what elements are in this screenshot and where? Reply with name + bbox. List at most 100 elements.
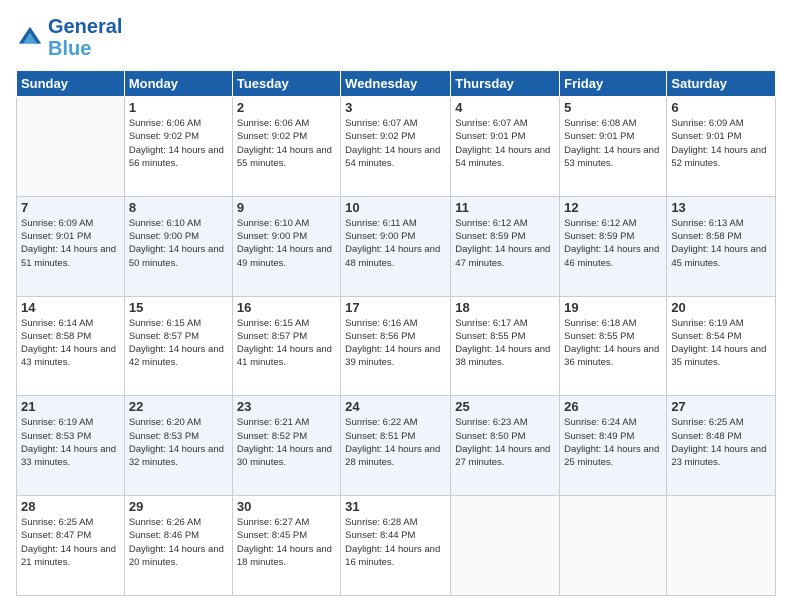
day-info: Sunrise: 6:22 AM Sunset: 8:51 PM Dayligh… bbox=[345, 416, 446, 469]
day-number: 4 bbox=[455, 100, 555, 115]
logo-text: General Blue bbox=[48, 16, 122, 60]
calendar-day bbox=[667, 496, 776, 596]
weekday-header: Friday bbox=[560, 71, 667, 97]
day-info: Sunrise: 6:18 AM Sunset: 8:55 PM Dayligh… bbox=[564, 317, 662, 370]
day-number: 15 bbox=[129, 300, 228, 315]
day-number: 11 bbox=[455, 200, 555, 215]
day-info: Sunrise: 6:19 AM Sunset: 8:54 PM Dayligh… bbox=[671, 317, 771, 370]
weekday-header: Thursday bbox=[451, 71, 560, 97]
calendar-day: 7 Sunrise: 6:09 AM Sunset: 9:01 PM Dayli… bbox=[17, 196, 125, 296]
day-number: 18 bbox=[455, 300, 555, 315]
day-number: 29 bbox=[129, 499, 228, 514]
logo: General Blue bbox=[16, 16, 122, 60]
calendar-day: 6 Sunrise: 6:09 AM Sunset: 9:01 PM Dayli… bbox=[667, 97, 776, 197]
day-number: 2 bbox=[237, 100, 336, 115]
calendar-day: 1 Sunrise: 6:06 AM Sunset: 9:02 PM Dayli… bbox=[124, 97, 232, 197]
day-number: 31 bbox=[345, 499, 446, 514]
calendar-day: 27 Sunrise: 6:25 AM Sunset: 8:48 PM Dayl… bbox=[667, 396, 776, 496]
day-info: Sunrise: 6:12 AM Sunset: 8:59 PM Dayligh… bbox=[455, 217, 555, 270]
day-info: Sunrise: 6:20 AM Sunset: 8:53 PM Dayligh… bbox=[129, 416, 228, 469]
day-info: Sunrise: 6:10 AM Sunset: 9:00 PM Dayligh… bbox=[129, 217, 228, 270]
day-number: 13 bbox=[671, 200, 771, 215]
calendar-day: 9 Sunrise: 6:10 AM Sunset: 9:00 PM Dayli… bbox=[232, 196, 340, 296]
weekday-header: Wednesday bbox=[341, 71, 451, 97]
day-info: Sunrise: 6:25 AM Sunset: 8:48 PM Dayligh… bbox=[671, 416, 771, 469]
day-info: Sunrise: 6:24 AM Sunset: 8:49 PM Dayligh… bbox=[564, 416, 662, 469]
calendar-day: 24 Sunrise: 6:22 AM Sunset: 8:51 PM Dayl… bbox=[341, 396, 451, 496]
day-number: 22 bbox=[129, 399, 228, 414]
calendar-day bbox=[17, 97, 125, 197]
calendar-day: 26 Sunrise: 6:24 AM Sunset: 8:49 PM Dayl… bbox=[560, 396, 667, 496]
day-info: Sunrise: 6:23 AM Sunset: 8:50 PM Dayligh… bbox=[455, 416, 555, 469]
calendar-day: 22 Sunrise: 6:20 AM Sunset: 8:53 PM Dayl… bbox=[124, 396, 232, 496]
day-info: Sunrise: 6:16 AM Sunset: 8:56 PM Dayligh… bbox=[345, 317, 446, 370]
day-info: Sunrise: 6:09 AM Sunset: 9:01 PM Dayligh… bbox=[21, 217, 120, 270]
calendar-day: 23 Sunrise: 6:21 AM Sunset: 8:52 PM Dayl… bbox=[232, 396, 340, 496]
calendar-day: 12 Sunrise: 6:12 AM Sunset: 8:59 PM Dayl… bbox=[560, 196, 667, 296]
day-number: 20 bbox=[671, 300, 771, 315]
calendar-day: 10 Sunrise: 6:11 AM Sunset: 9:00 PM Dayl… bbox=[341, 196, 451, 296]
day-number: 19 bbox=[564, 300, 662, 315]
day-number: 12 bbox=[564, 200, 662, 215]
day-number: 9 bbox=[237, 200, 336, 215]
day-info: Sunrise: 6:12 AM Sunset: 8:59 PM Dayligh… bbox=[564, 217, 662, 270]
calendar-day: 11 Sunrise: 6:12 AM Sunset: 8:59 PM Dayl… bbox=[451, 196, 560, 296]
weekday-header: Saturday bbox=[667, 71, 776, 97]
calendar-day: 18 Sunrise: 6:17 AM Sunset: 8:55 PM Dayl… bbox=[451, 296, 560, 396]
day-info: Sunrise: 6:21 AM Sunset: 8:52 PM Dayligh… bbox=[237, 416, 336, 469]
day-number: 8 bbox=[129, 200, 228, 215]
calendar-week: 7 Sunrise: 6:09 AM Sunset: 9:01 PM Dayli… bbox=[17, 196, 776, 296]
day-number: 21 bbox=[21, 399, 120, 414]
calendar-day bbox=[451, 496, 560, 596]
weekday-header: Sunday bbox=[17, 71, 125, 97]
calendar-body: 1 Sunrise: 6:06 AM Sunset: 9:02 PM Dayli… bbox=[17, 97, 776, 596]
calendar-week: 14 Sunrise: 6:14 AM Sunset: 8:58 PM Dayl… bbox=[17, 296, 776, 396]
day-number: 30 bbox=[237, 499, 336, 514]
day-info: Sunrise: 6:14 AM Sunset: 8:58 PM Dayligh… bbox=[21, 317, 120, 370]
day-info: Sunrise: 6:13 AM Sunset: 8:58 PM Dayligh… bbox=[671, 217, 771, 270]
day-info: Sunrise: 6:06 AM Sunset: 9:02 PM Dayligh… bbox=[237, 117, 336, 170]
calendar-day: 3 Sunrise: 6:07 AM Sunset: 9:02 PM Dayli… bbox=[341, 97, 451, 197]
day-info: Sunrise: 6:10 AM Sunset: 9:00 PM Dayligh… bbox=[237, 217, 336, 270]
calendar-day: 30 Sunrise: 6:27 AM Sunset: 8:45 PM Dayl… bbox=[232, 496, 340, 596]
day-info: Sunrise: 6:27 AM Sunset: 8:45 PM Dayligh… bbox=[237, 516, 336, 569]
day-info: Sunrise: 6:25 AM Sunset: 8:47 PM Dayligh… bbox=[21, 516, 120, 569]
calendar-week: 1 Sunrise: 6:06 AM Sunset: 9:02 PM Dayli… bbox=[17, 97, 776, 197]
calendar-day: 14 Sunrise: 6:14 AM Sunset: 8:58 PM Dayl… bbox=[17, 296, 125, 396]
day-number: 14 bbox=[21, 300, 120, 315]
day-number: 17 bbox=[345, 300, 446, 315]
day-number: 24 bbox=[345, 399, 446, 414]
calendar-day: 4 Sunrise: 6:07 AM Sunset: 9:01 PM Dayli… bbox=[451, 97, 560, 197]
calendar-day: 28 Sunrise: 6:25 AM Sunset: 8:47 PM Dayl… bbox=[17, 496, 125, 596]
calendar-day: 21 Sunrise: 6:19 AM Sunset: 8:53 PM Dayl… bbox=[17, 396, 125, 496]
header: General Blue bbox=[16, 16, 776, 60]
calendar-table: SundayMondayTuesdayWednesdayThursdayFrid… bbox=[16, 70, 776, 596]
calendar-day: 16 Sunrise: 6:15 AM Sunset: 8:57 PM Dayl… bbox=[232, 296, 340, 396]
calendar-day: 15 Sunrise: 6:15 AM Sunset: 8:57 PM Dayl… bbox=[124, 296, 232, 396]
day-info: Sunrise: 6:09 AM Sunset: 9:01 PM Dayligh… bbox=[671, 117, 771, 170]
calendar-header: SundayMondayTuesdayWednesdayThursdayFrid… bbox=[17, 71, 776, 97]
day-info: Sunrise: 6:19 AM Sunset: 8:53 PM Dayligh… bbox=[21, 416, 120, 469]
day-info: Sunrise: 6:11 AM Sunset: 9:00 PM Dayligh… bbox=[345, 217, 446, 270]
day-number: 25 bbox=[455, 399, 555, 414]
day-info: Sunrise: 6:07 AM Sunset: 9:02 PM Dayligh… bbox=[345, 117, 446, 170]
day-info: Sunrise: 6:15 AM Sunset: 8:57 PM Dayligh… bbox=[237, 317, 336, 370]
weekday-header: Tuesday bbox=[232, 71, 340, 97]
calendar-day: 5 Sunrise: 6:08 AM Sunset: 9:01 PM Dayli… bbox=[560, 97, 667, 197]
weekday-header: Monday bbox=[124, 71, 232, 97]
day-info: Sunrise: 6:06 AM Sunset: 9:02 PM Dayligh… bbox=[129, 117, 228, 170]
day-info: Sunrise: 6:08 AM Sunset: 9:01 PM Dayligh… bbox=[564, 117, 662, 170]
weekday-row: SundayMondayTuesdayWednesdayThursdayFrid… bbox=[17, 71, 776, 97]
day-number: 27 bbox=[671, 399, 771, 414]
day-number: 3 bbox=[345, 100, 446, 115]
day-number: 28 bbox=[21, 499, 120, 514]
calendar-day: 29 Sunrise: 6:26 AM Sunset: 8:46 PM Dayl… bbox=[124, 496, 232, 596]
day-number: 6 bbox=[671, 100, 771, 115]
calendar-day bbox=[560, 496, 667, 596]
day-number: 1 bbox=[129, 100, 228, 115]
day-info: Sunrise: 6:28 AM Sunset: 8:44 PM Dayligh… bbox=[345, 516, 446, 569]
day-number: 23 bbox=[237, 399, 336, 414]
day-info: Sunrise: 6:26 AM Sunset: 8:46 PM Dayligh… bbox=[129, 516, 228, 569]
calendar-day: 20 Sunrise: 6:19 AM Sunset: 8:54 PM Dayl… bbox=[667, 296, 776, 396]
day-number: 10 bbox=[345, 200, 446, 215]
